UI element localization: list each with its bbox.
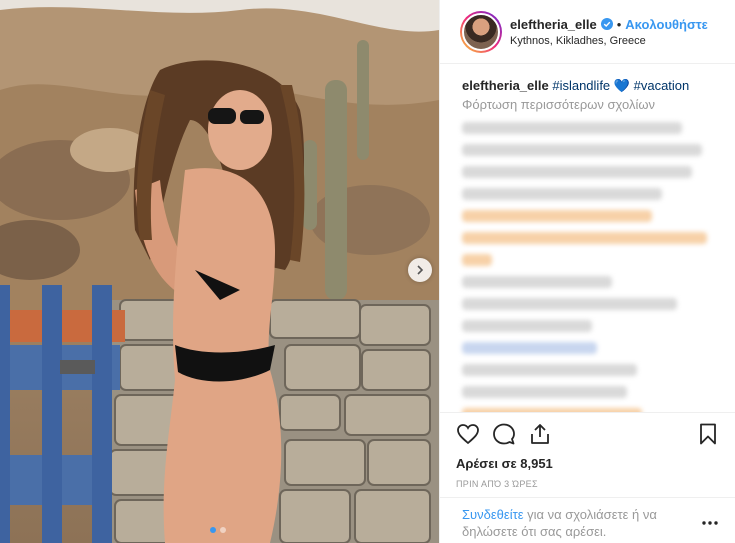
more-options-icon: [702, 521, 718, 525]
login-prompt-text: Συνδεθείτε για να σχολιάσετε ή να δηλώσε…: [462, 506, 692, 543]
carousel-indicator: [210, 527, 226, 533]
blurred-comment-line: [462, 254, 492, 266]
avatar[interactable]: [460, 10, 502, 53]
hashtag-link[interactable]: #vacation: [634, 78, 690, 93]
comments-section: eleftheria_elle #islandlife 💙 #vacation …: [440, 65, 735, 412]
follow-button[interactable]: Ακολουθήστε: [625, 17, 708, 32]
separator-dot: •: [616, 16, 622, 32]
blurred-comment-line: [462, 188, 662, 200]
heart-icon: [457, 424, 479, 445]
post-caption: eleftheria_elle #islandlife 💙 #vacation: [462, 77, 716, 95]
blurred-comment-line: [462, 320, 592, 332]
location-link[interactable]: Kythnos, Kikladhes, Greece: [510, 35, 708, 47]
post-header: eleftheria_elle • Ακολουθήστε Kythnos, K…: [440, 0, 735, 64]
login-prompt: Συνδεθείτε για να σχολιάσετε ή να δηλώσε…: [440, 497, 735, 543]
comment-icon: [493, 423, 515, 445]
avatar-image: [462, 12, 500, 51]
blurred-comment-line: [462, 166, 692, 178]
hashtag-link[interactable]: #islandlife: [552, 78, 610, 93]
likes-count[interactable]: Αρέσει σε 8,951: [456, 456, 720, 471]
blurred-comment-line: [462, 210, 652, 222]
blurred-comment-line: [462, 122, 682, 134]
carousel-dot: [210, 527, 216, 533]
like-button[interactable]: [456, 422, 480, 446]
blurred-comment-line: [462, 276, 612, 288]
blurred-comment-line: [462, 144, 702, 156]
bookmark-icon: [700, 423, 716, 445]
blurred-comments: [462, 122, 716, 412]
verified-badge-icon: [600, 18, 613, 30]
carousel-dot: [220, 527, 226, 533]
blurred-comment-line: [462, 298, 677, 310]
post-timestamp[interactable]: ΠΡΙΝ ΑΠΌ 3 ΏΡΕΣ: [456, 479, 720, 489]
photo-scene: [0, 0, 439, 543]
login-link[interactable]: Συνδεθείτε: [462, 507, 524, 522]
blurred-comment-line: [462, 232, 707, 244]
blurred-comment-line: [462, 364, 637, 376]
post-photo[interactable]: [0, 0, 439, 543]
chevron-right-icon: [417, 265, 424, 275]
share-button[interactable]: [528, 422, 552, 446]
caption-username[interactable]: eleftheria_elle: [462, 78, 549, 93]
load-more-comments-button[interactable]: Φόρτωση περισσότερων σχολίων: [462, 97, 716, 112]
save-button[interactable]: [696, 422, 720, 446]
blue-heart-emoji: 💙: [613, 78, 630, 93]
username-link[interactable]: eleftheria_elle: [510, 17, 597, 32]
carousel-next-button[interactable]: [408, 258, 432, 282]
blurred-comment-line: [462, 386, 627, 398]
more-options-button[interactable]: [702, 512, 718, 543]
share-icon: [531, 424, 549, 444]
blurred-comment-line: [462, 342, 597, 354]
post-side-panel: eleftheria_elle • Ακολουθήστε Kythnos, K…: [439, 0, 735, 543]
comment-button[interactable]: [492, 422, 516, 446]
